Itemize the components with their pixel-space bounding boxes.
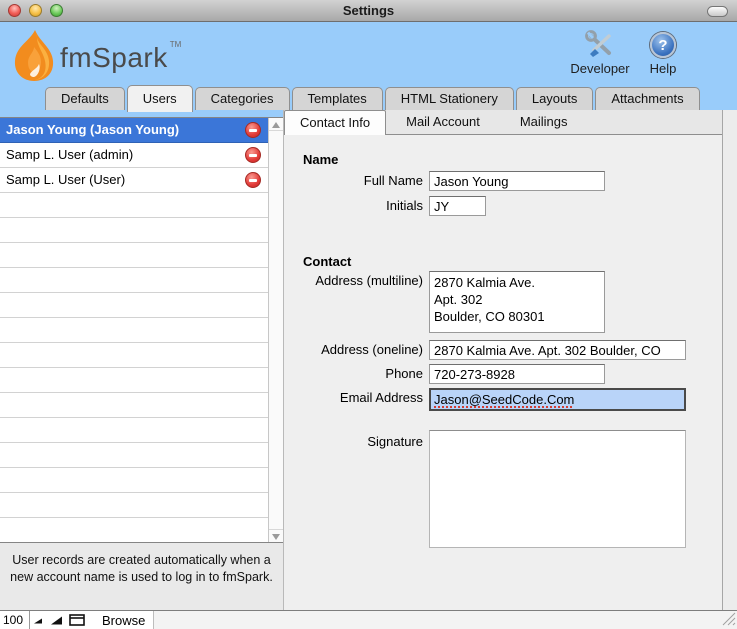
app-logo: fmSpark TM [8,28,181,89]
full-name-field[interactable] [429,171,605,191]
list-item[interactable]: Samp L. User (admin) [0,143,283,168]
logo-trademark: TM [170,40,182,49]
tab-html-stationery[interactable]: HTML Stationery [385,87,514,110]
initials-field[interactable] [429,196,486,216]
delete-icon[interactable] [245,172,261,188]
initials-label: Initials [284,196,429,216]
list-item-empty [0,293,283,318]
main-tabs: Defaults Users Categories Templates HTML… [45,85,702,110]
address-multiline-label: Address (multiline) [284,271,429,291]
list-item-empty [0,493,283,518]
address-oneline-field[interactable] [429,340,686,360]
subtab-contact-info[interactable]: Contact Info [284,110,386,135]
sub-tabs: Contact Info Mail Account Mailings [284,110,722,135]
contact-section-header: Contact [303,254,351,269]
help-button[interactable]: ? Help [625,30,701,76]
resize-grip-icon[interactable] [722,612,736,629]
email-field[interactable]: Jason@SeedCode.Com [429,388,686,411]
status-controls: 100 Browse [0,611,154,629]
header: fmSpark TM Developer ? Help Defaults Us [0,22,737,110]
user-list-note: User records are created automatically w… [0,543,283,610]
phone-field[interactable] [429,364,605,384]
list-item-empty [0,193,283,218]
tab-attachments[interactable]: Attachments [595,87,699,110]
email-label: Email Address [284,388,429,408]
list-item-empty [0,393,283,418]
list-item-empty [0,468,283,493]
zoom-in-icon[interactable] [47,611,66,629]
user-list: Jason Young (Jason Young) Samp L. User (… [0,117,283,543]
subtab-mail-account[interactable]: Mail Account [386,110,500,134]
list-item[interactable]: Jason Young (Jason Young) [0,118,283,143]
subtab-mailings[interactable]: Mailings [500,110,588,134]
scroll-up-icon[interactable] [269,118,283,131]
address-oneline-label: Address (oneline) [284,340,429,360]
tab-defaults[interactable]: Defaults [45,87,125,110]
tab-templates[interactable]: Templates [292,87,383,110]
scroll-down-icon[interactable] [269,529,283,542]
full-name-label: Full Name [284,171,429,191]
traffic-lights [8,4,63,17]
zoom-level[interactable]: 100 [0,611,30,629]
user-list-panel: Jason Young (Jason Young) Samp L. User (… [0,110,283,610]
list-item-empty [0,268,283,293]
help-label: Help [625,61,701,76]
delete-icon[interactable] [245,147,261,163]
list-item-empty [0,318,283,343]
tab-users[interactable]: Users [127,85,193,112]
list-item-empty [0,243,283,268]
list-item-label: Samp L. User (admin) [6,147,133,162]
zoom-window-button[interactable] [50,4,63,17]
name-section-header: Name [303,152,338,167]
close-button[interactable] [8,4,21,17]
list-item-empty [0,343,283,368]
list-item-empty [0,368,283,393]
minimize-button[interactable] [29,4,42,17]
email-value: Jason@SeedCode.Com [434,392,574,407]
list-item-label: Jason Young (Jason Young) [6,122,179,137]
list-item-empty [0,518,283,543]
zoom-out-icon[interactable] [30,611,47,629]
help-icon: ? [650,32,676,58]
address-multiline-field[interactable]: 2870 Kalmia Ave. Apt. 302 Boulder, CO 80… [429,271,605,333]
tab-layouts[interactable]: Layouts [516,87,594,110]
window-title: Settings [0,3,737,18]
title-bar[interactable]: Settings [0,0,737,22]
status-bar: 100 Browse [0,610,737,629]
mode-selector[interactable]: Browse [102,613,145,628]
logo-text: fmSpark [60,42,168,74]
signature-label: Signature [284,430,429,454]
list-item-empty [0,218,283,243]
list-item[interactable]: Samp L. User (User) [0,168,283,193]
status-area-toggle-icon[interactable] [66,611,88,629]
flame-icon [8,28,60,89]
toolbar-toggle-button[interactable] [707,6,728,17]
settings-window: Settings fmSpark TM [0,0,737,629]
list-item-empty [0,418,283,443]
signature-field[interactable] [429,430,686,548]
list-item-label: Samp L. User (User) [6,172,125,187]
detail-pane: Contact Info Mail Account Mailings Name … [283,110,723,610]
tab-categories[interactable]: Categories [195,87,290,110]
delete-icon[interactable] [245,122,261,138]
list-item-empty [0,443,283,468]
list-scrollbar[interactable] [268,118,283,542]
phone-label: Phone [284,364,429,384]
